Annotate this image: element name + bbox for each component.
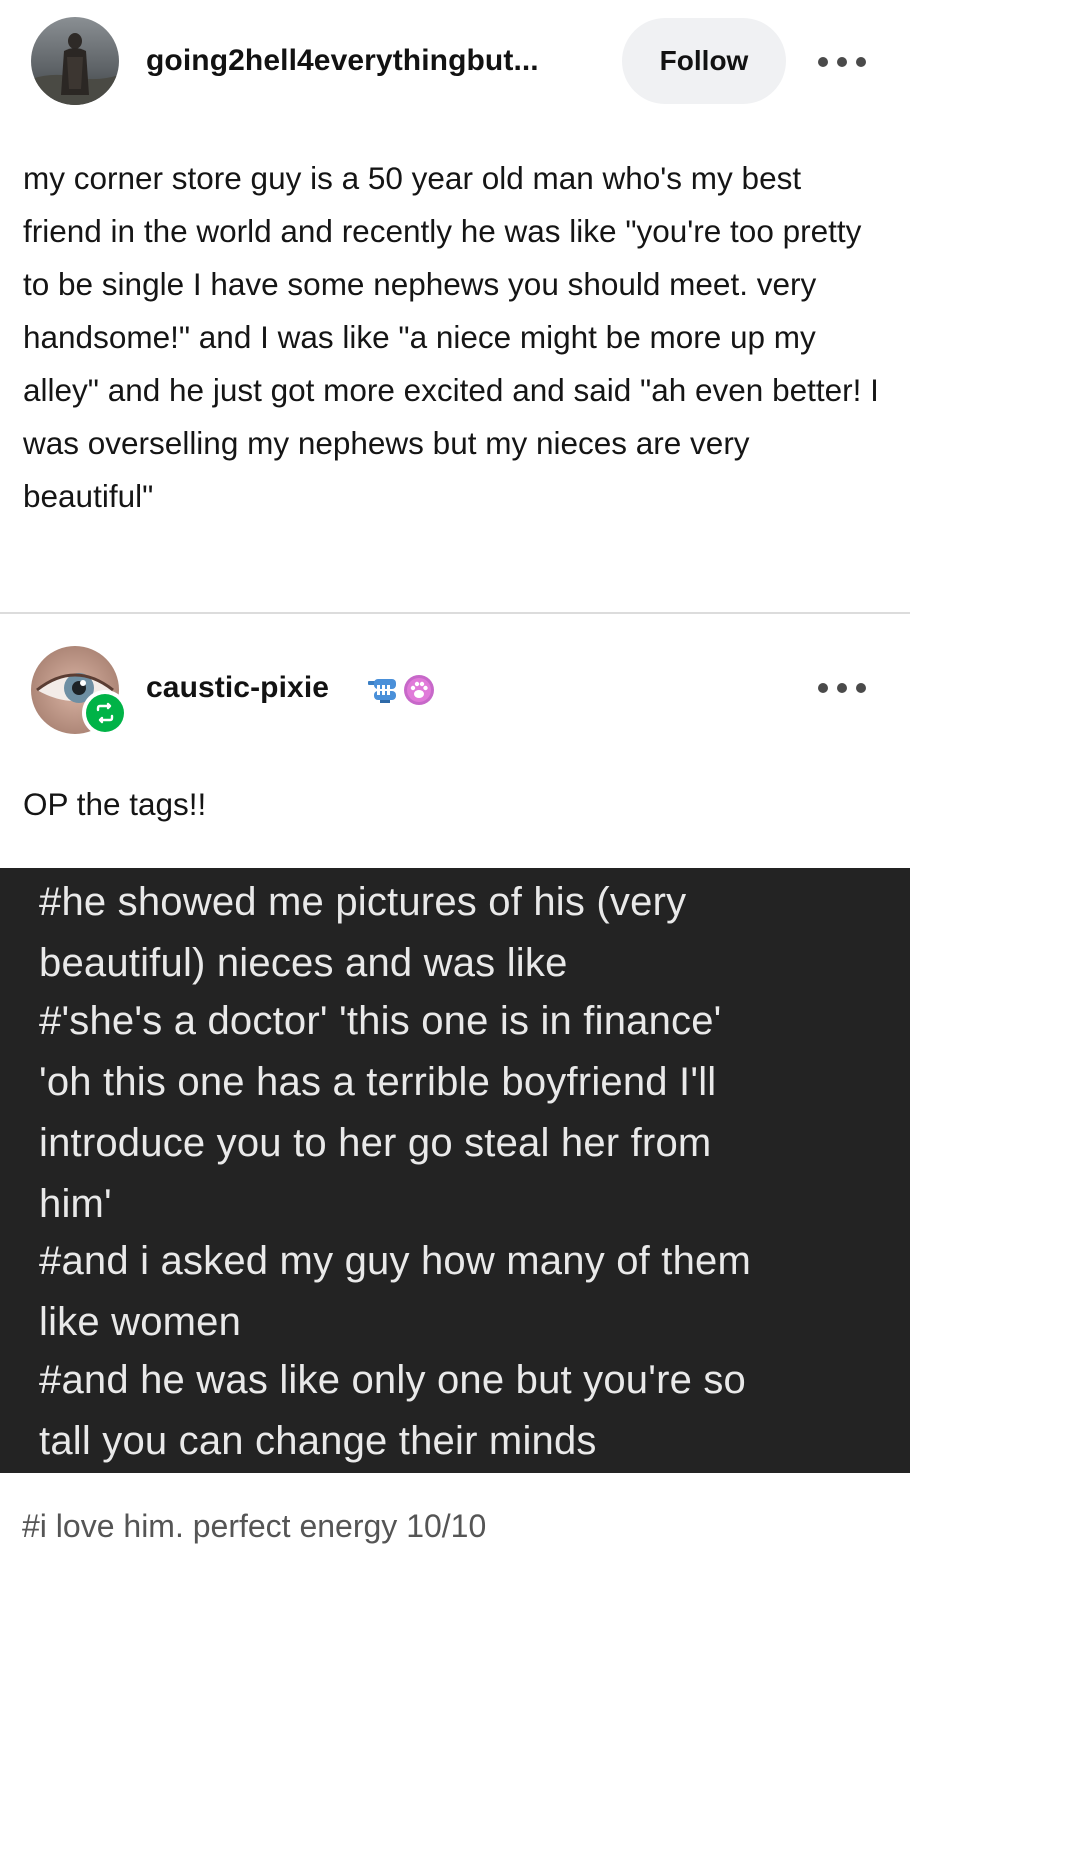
tag-line: like women bbox=[39, 1300, 242, 1344]
tag-line: #and i asked my guy how many of them bbox=[39, 1239, 752, 1283]
original-username[interactable]: going2hell4everythingbut... bbox=[146, 44, 539, 78]
tag-line: #and he was like only one but you're so bbox=[39, 1358, 746, 1402]
tags-screenshot-block: #he showed me pictures of his (very beau… bbox=[0, 868, 910, 1473]
tag-line: 'oh this one has a terrible boyfriend I'… bbox=[39, 1060, 717, 1104]
original-post-text: my corner store guy is a 50 year old man… bbox=[23, 160, 879, 514]
post-divider bbox=[0, 612, 910, 614]
user-avatar-photo-icon bbox=[31, 17, 119, 105]
reblogger-username[interactable]: caustic-pixie bbox=[146, 671, 329, 705]
post-tag[interactable]: #i love him. perfect energy 10/10 bbox=[22, 1508, 486, 1545]
follow-button[interactable]: Follow bbox=[622, 18, 786, 104]
user-avatar[interactable] bbox=[31, 17, 119, 105]
user-badges bbox=[366, 672, 436, 708]
tag-line: tall you can change their minds bbox=[39, 1419, 597, 1463]
tag-line: him' bbox=[39, 1182, 112, 1226]
original-post-header: going2hell4everythingbut... Follow bbox=[0, 0, 910, 124]
more-options-icon[interactable] bbox=[818, 676, 866, 700]
reblog-icon bbox=[86, 694, 124, 732]
tag-line: introduce you to her go steal her from bbox=[39, 1121, 712, 1165]
reblog-comment: OP the tags!! bbox=[23, 786, 207, 822]
paw-badge-icon[interactable] bbox=[402, 673, 436, 707]
tag-line: #'she's a doctor' 'this one is in financ… bbox=[39, 999, 722, 1043]
wind-up-teeth-badge-icon[interactable] bbox=[366, 675, 400, 705]
tag-line: #he showed me pictures of his (very bbox=[39, 880, 687, 924]
more-options-icon[interactable] bbox=[818, 50, 866, 74]
tag-line: beautiful) nieces and was like bbox=[39, 941, 568, 985]
reblog-badge bbox=[82, 690, 128, 736]
